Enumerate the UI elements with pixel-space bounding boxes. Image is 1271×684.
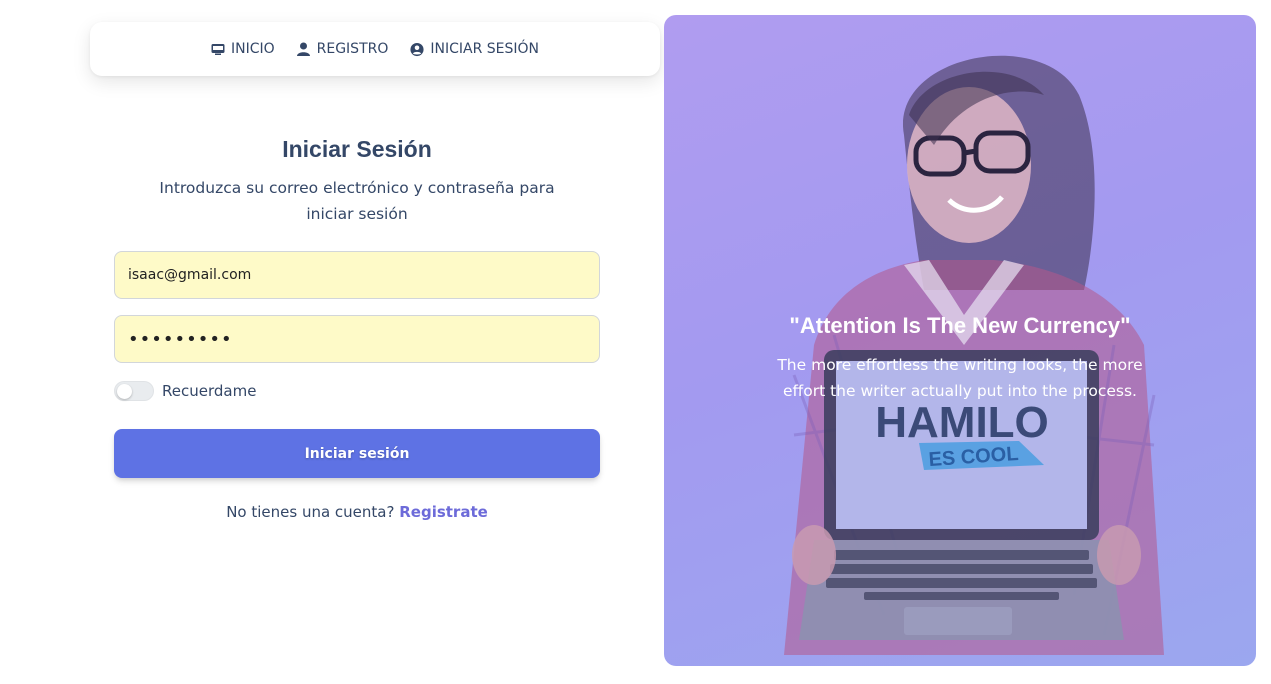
signin-form: Iniciar Sesión Introduzca su correo elec… <box>114 130 600 521</box>
page-title: Iniciar Sesión <box>282 136 432 162</box>
remember-toggle[interactable] <box>114 381 154 401</box>
nav-registro-label: REGISTRO <box>316 41 389 57</box>
nav-iniciar-sesion-label: INICIAR SESIÓN <box>430 41 540 57</box>
nav-inicio[interactable]: INICIO <box>211 41 275 57</box>
hero-text: The more effortless the writing looks, t… <box>777 356 1143 400</box>
dashboard-icon <box>211 42 225 56</box>
page-subtitle: Introduzca su correo electrónico y contr… <box>159 179 555 223</box>
user-icon <box>297 42 311 56</box>
remember-me: Recuerdame <box>114 381 256 401</box>
nav-iniciar-sesion[interactable]: INICIAR SESIÓN <box>410 41 539 57</box>
user-circle-icon <box>410 42 424 56</box>
email-value: isaac@gmail.com <box>128 267 252 283</box>
hero-panel: HAMILO ES COOL "Attention Is The New Cur… <box>664 15 1256 666</box>
remember-label: Recuerdame <box>162 382 257 400</box>
laptop-brand: HAMILO <box>875 398 1049 447</box>
email-field[interactable]: isaac@gmail.com <box>114 251 600 299</box>
nav-inicio-label: INICIO <box>230 41 275 57</box>
toggle-knob <box>117 384 132 399</box>
hero-quote: "Attention Is The New Currency" <box>789 313 1131 338</box>
signup-prompt: No tienes una cuenta? Registrate <box>114 503 600 521</box>
password-field[interactable]: ••••••••• <box>114 315 600 363</box>
top-navbar: INICIO REGISTRO INICIAR SESIÓN <box>90 22 660 76</box>
signup-prompt-text: No tienes una cuenta? <box>226 503 395 521</box>
signin-button[interactable]: Iniciar sesión <box>114 429 600 478</box>
hero-photo: HAMILO ES COOL <box>784 55 1164 655</box>
password-value: ••••••••• <box>128 328 233 350</box>
signup-link[interactable]: Registrate <box>399 503 488 521</box>
nav-registro[interactable]: REGISTRO <box>297 41 389 57</box>
